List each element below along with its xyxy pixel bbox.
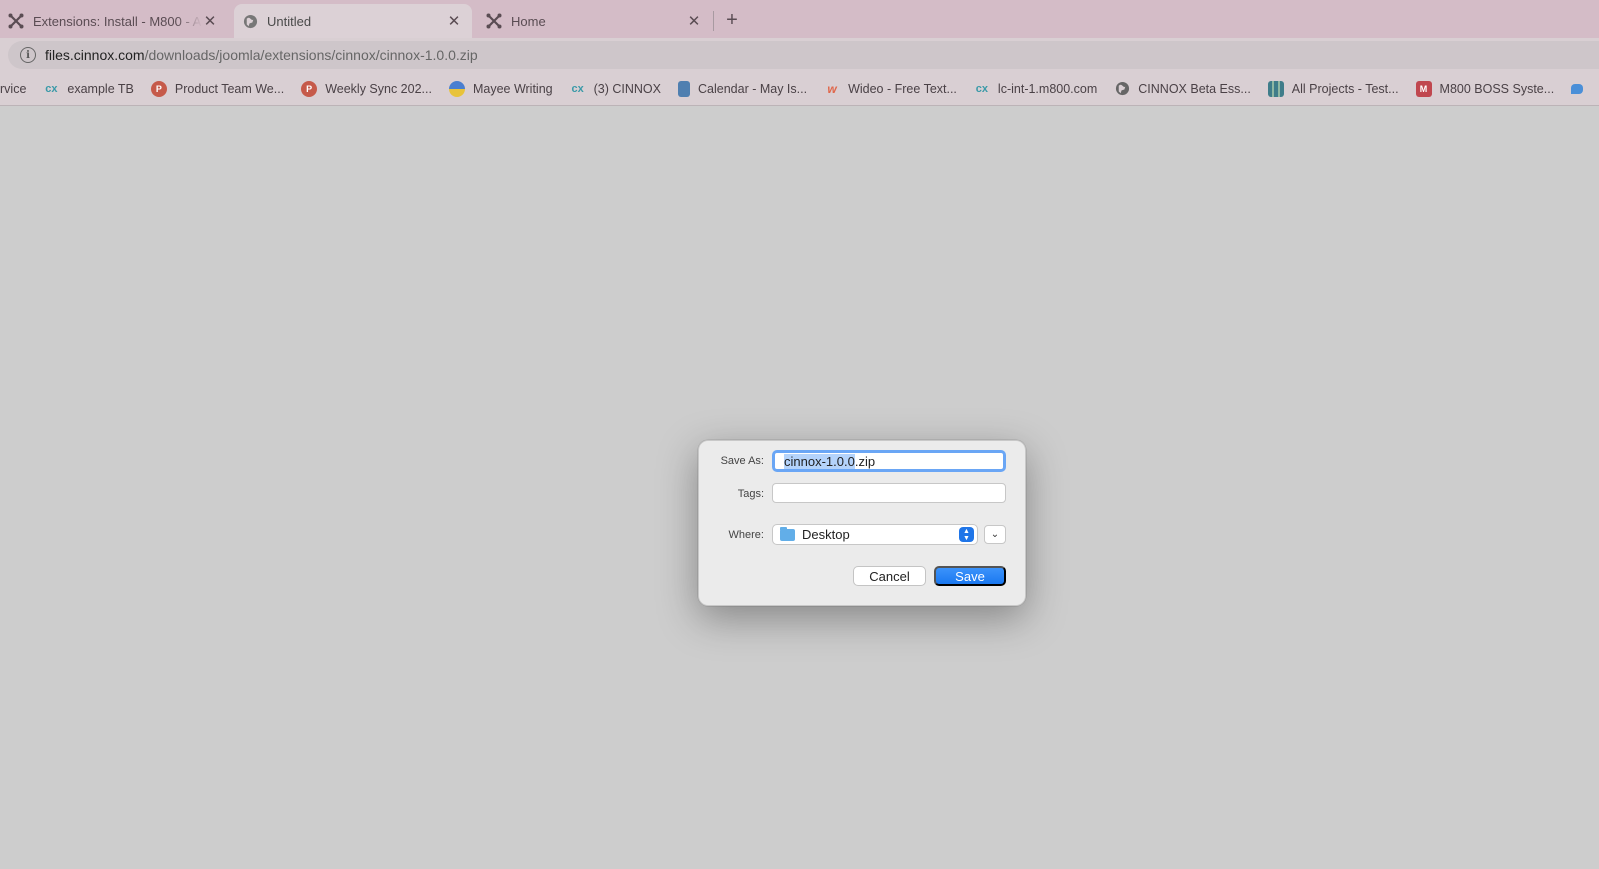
updown-chevron-icon: ▲ ▼ bbox=[959, 527, 974, 542]
bookmark-label: lc-int-1.m800.com bbox=[997, 81, 1098, 96]
expand-button[interactable]: ⌄ bbox=[984, 525, 1006, 544]
bookmark-label: Weekly Sync 202... bbox=[325, 81, 432, 96]
bookmark-item[interactable]: M M800 BOSS Syste... bbox=[1415, 80, 1555, 97]
powerpoint-icon: P bbox=[301, 80, 318, 97]
tab-extensions-install[interactable]: Extensions: Install - M800 - Administrat… bbox=[0, 4, 228, 38]
tab-home[interactable]: Home ✕ bbox=[478, 4, 712, 38]
bookmark-item[interactable]: w Wideo - Free Text... bbox=[824, 81, 957, 97]
folder-icon bbox=[780, 526, 795, 541]
bookmark-label: CINNOX Beta Ess... bbox=[1138, 81, 1251, 96]
bookmark-label: M800 BOSS Syste... bbox=[1439, 81, 1555, 96]
bookmark-label: Mayee Writing bbox=[472, 81, 553, 96]
doc-icon bbox=[678, 80, 690, 97]
new-tab-button[interactable]: + bbox=[720, 8, 744, 32]
bookmark-item[interactable]: cx (3) CINNOX bbox=[570, 81, 662, 97]
save-as-label: Save As: bbox=[720, 455, 764, 467]
powerpoint-icon: P bbox=[150, 80, 167, 97]
close-icon[interactable]: ✕ bbox=[686, 13, 702, 30]
site-info-icon[interactable]: i bbox=[20, 47, 36, 63]
where-label: Where: bbox=[728, 529, 764, 541]
chat-icon bbox=[1571, 83, 1584, 94]
url-path: /downloads/joomla/extensions/cinnox/cinn… bbox=[144, 47, 478, 63]
bookmark-label: All Projects - Test... bbox=[1291, 81, 1399, 96]
save-button[interactable]: Save bbox=[934, 566, 1006, 586]
close-icon[interactable]: ✕ bbox=[446, 13, 462, 30]
filename-extension: .zip bbox=[854, 453, 876, 469]
tags-label: Tags: bbox=[737, 488, 764, 500]
toolbar: i files.cinnox.com/downloads/joomla/exte… bbox=[0, 38, 1599, 72]
chevron-down-icon: ⌄ bbox=[990, 529, 1000, 540]
bookmark-label: (3) CINNOX bbox=[593, 81, 661, 96]
close-icon[interactable]: ✕ bbox=[202, 13, 218, 30]
globe-icon bbox=[1114, 81, 1130, 97]
where-select[interactable]: Desktop ▲ ▼ bbox=[772, 524, 978, 545]
m800-icon: M bbox=[1415, 80, 1432, 97]
bookmark-item[interactable]: cx lc-int-1.m800.com bbox=[974, 81, 1097, 97]
cinnox-icon: cx bbox=[45, 82, 58, 95]
bookmark-item[interactable]: cx example TB bbox=[43, 81, 134, 97]
grid-icon bbox=[1267, 80, 1284, 97]
cancel-button[interactable]: Cancel bbox=[853, 566, 926, 586]
bookmark-item[interactable]: P Weekly Sync 202... bbox=[301, 80, 432, 97]
tab-title: Home bbox=[511, 13, 546, 29]
address-bar[interactable]: i files.cinnox.com/downloads/joomla/exte… bbox=[8, 41, 1599, 69]
tags-input[interactable] bbox=[772, 483, 1006, 503]
joomla-icon bbox=[486, 13, 502, 29]
bookmark-item[interactable]: Mayee Writing bbox=[448, 80, 553, 97]
wideo-icon: w bbox=[827, 81, 837, 96]
url-host: files.cinnox.com bbox=[45, 47, 145, 63]
save-dialog: Save As: cinnox-1.0.0 .zip Tags: Where: D… bbox=[698, 440, 1026, 606]
filename-selected-text: cinnox-1.0.0 bbox=[784, 453, 855, 469]
where-value: Desktop bbox=[802, 527, 850, 542]
bookmarks-bar: rvice cx example TB P Product Team We...… bbox=[0, 72, 1599, 106]
bookmark-item[interactable]: rvice bbox=[0, 82, 26, 96]
tab-separator bbox=[713, 11, 714, 31]
bookmark-item[interactable]: All Projects - Test... bbox=[1267, 80, 1399, 97]
bookmark-label: rvice bbox=[0, 81, 27, 96]
bookmark-label: Calendar - May Is... bbox=[698, 81, 808, 96]
bookmark-label: example TB bbox=[67, 81, 134, 96]
cinnox-icon: cx bbox=[975, 82, 989, 95]
bookmark-item[interactable]: P Product Team We... bbox=[150, 80, 285, 97]
circle-icon bbox=[448, 80, 465, 97]
tab-title: Untitled bbox=[267, 13, 312, 29]
tab-untitled[interactable]: Untitled ✕ bbox=[234, 4, 472, 38]
cinnox-icon: cx bbox=[571, 82, 584, 95]
bookmark-item[interactable]: Calendar - May Is... bbox=[678, 80, 808, 97]
bookmark-item[interactable] bbox=[1571, 83, 1591, 94]
filename-input[interactable]: cinnox-1.0.0 .zip bbox=[772, 450, 1006, 472]
globe-icon bbox=[242, 13, 258, 29]
joomla-icon bbox=[8, 13, 24, 29]
bookmark-item[interactable]: CINNOX Beta Ess... bbox=[1114, 81, 1251, 97]
tab-strip: Extensions: Install - M800 - Administrat… bbox=[0, 0, 1599, 38]
tab-title: Extensions: Install - M800 - Administrat… bbox=[33, 13, 202, 29]
bookmark-label: Wideo - Free Text... bbox=[848, 81, 957, 96]
bookmark-label: Product Team We... bbox=[174, 81, 285, 96]
